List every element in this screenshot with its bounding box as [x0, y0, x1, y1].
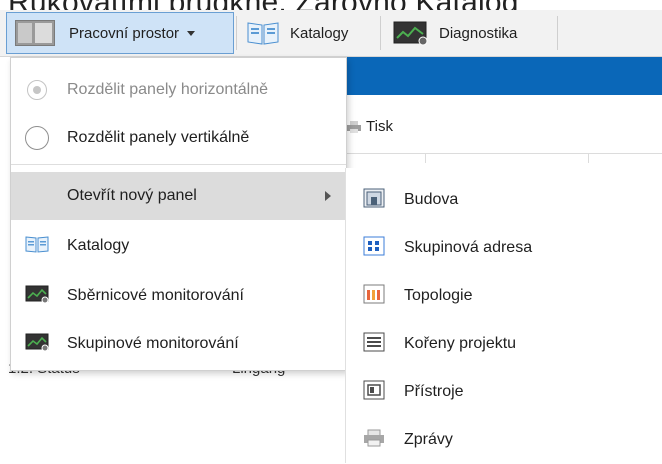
diagnostics-label: Diagnostika [439, 24, 518, 42]
divider [346, 153, 662, 154]
catalogs-button[interactable]: Katalogy [238, 12, 378, 54]
toolbar-divider [380, 16, 381, 50]
submenu-item-label: Kořeny projektu [404, 335, 517, 352]
topology-icon [363, 284, 385, 309]
toolbar-divider [557, 16, 558, 50]
printer-icon [363, 428, 385, 453]
workspace-dropdown-menu: Rozdělit panely horizontálně Rozdělit pa… [10, 57, 347, 371]
workspace-label: Pracovní prostor [69, 24, 180, 42]
submenu-item-project-roots[interactable]: Kořeny projektu [346, 320, 662, 368]
workspace-icon [15, 20, 55, 46]
menu-item-label: Rozdělit panely horizontálně [67, 81, 269, 98]
group-address-icon [363, 236, 385, 261]
panel-header-band [340, 57, 662, 95]
menu-item-bus-monitoring[interactable]: Sběrnicové monitorování [11, 272, 346, 320]
submenu-item-label: Budova [404, 191, 459, 208]
diagnostics-button[interactable]: Diagnostika [385, 12, 555, 54]
column-divider [425, 153, 426, 163]
chevron-down-icon [187, 30, 196, 36]
print-button[interactable]: Tisk [346, 118, 393, 135]
printer-icon [346, 120, 362, 134]
bus-monitor-icon [25, 285, 49, 308]
menu-item-label: Katalogy [67, 237, 130, 254]
chevron-right-icon [325, 191, 331, 201]
submenu-item-group-address[interactable]: Skupinová adresa [346, 224, 662, 272]
radio-icon [25, 126, 49, 150]
new-panel-submenu: Budova Skupinová adresa Topologie Kořeny… [345, 168, 662, 463]
submenu-item-building[interactable]: Budova [346, 176, 662, 224]
menu-item-catalogs[interactable]: Katalogy [11, 222, 346, 270]
toolbar: Pracovní prostor Katalogy Diagnostika [0, 10, 662, 57]
menu-item-open-new-panel[interactable]: Otevřít nový panel [11, 172, 346, 220]
menu-item-split-vertical[interactable]: Rozdělit panely vertikálně [11, 114, 346, 162]
submenu-item-label: Topologie [404, 287, 473, 304]
group-monitor-icon [25, 333, 49, 356]
submenu-item-label: Zprávy [404, 431, 453, 448]
menu-item-split-horizontal[interactable]: Rozdělit panely horizontálně [11, 66, 346, 114]
workspace-button[interactable]: Pracovní prostor [6, 12, 234, 54]
radio-icon [27, 80, 47, 100]
submenu-item-topology[interactable]: Topologie [346, 272, 662, 320]
column-divider [588, 153, 589, 163]
menu-item-group-monitoring[interactable]: Skupinové monitorování [11, 320, 346, 368]
building-icon [363, 188, 385, 213]
devices-icon [363, 380, 385, 405]
submenu-item-label: Skupinová adresa [404, 239, 533, 256]
print-label: Tisk [366, 118, 393, 135]
menu-separator [11, 164, 346, 165]
diagnostics-monitor-icon [393, 20, 429, 46]
toolbar-divider [236, 16, 237, 50]
catalog-book-icon [246, 20, 280, 46]
catalogs-label: Katalogy [290, 24, 349, 42]
project-roots-icon [363, 332, 385, 357]
submenu-item-devices[interactable]: Přístroje [346, 368, 662, 416]
submenu-item-label: Přístroje [404, 383, 464, 400]
catalog-book-icon [25, 235, 49, 258]
menu-item-label: Sběrnicové monitorování [67, 287, 244, 304]
menu-item-label: Rozdělit panely vertikálně [67, 129, 250, 146]
submenu-item-reports[interactable]: Zprávy [346, 416, 662, 464]
menu-item-label: Otevřít nový panel [67, 187, 197, 204]
menu-item-label: Skupinové monitorování [67, 335, 239, 352]
